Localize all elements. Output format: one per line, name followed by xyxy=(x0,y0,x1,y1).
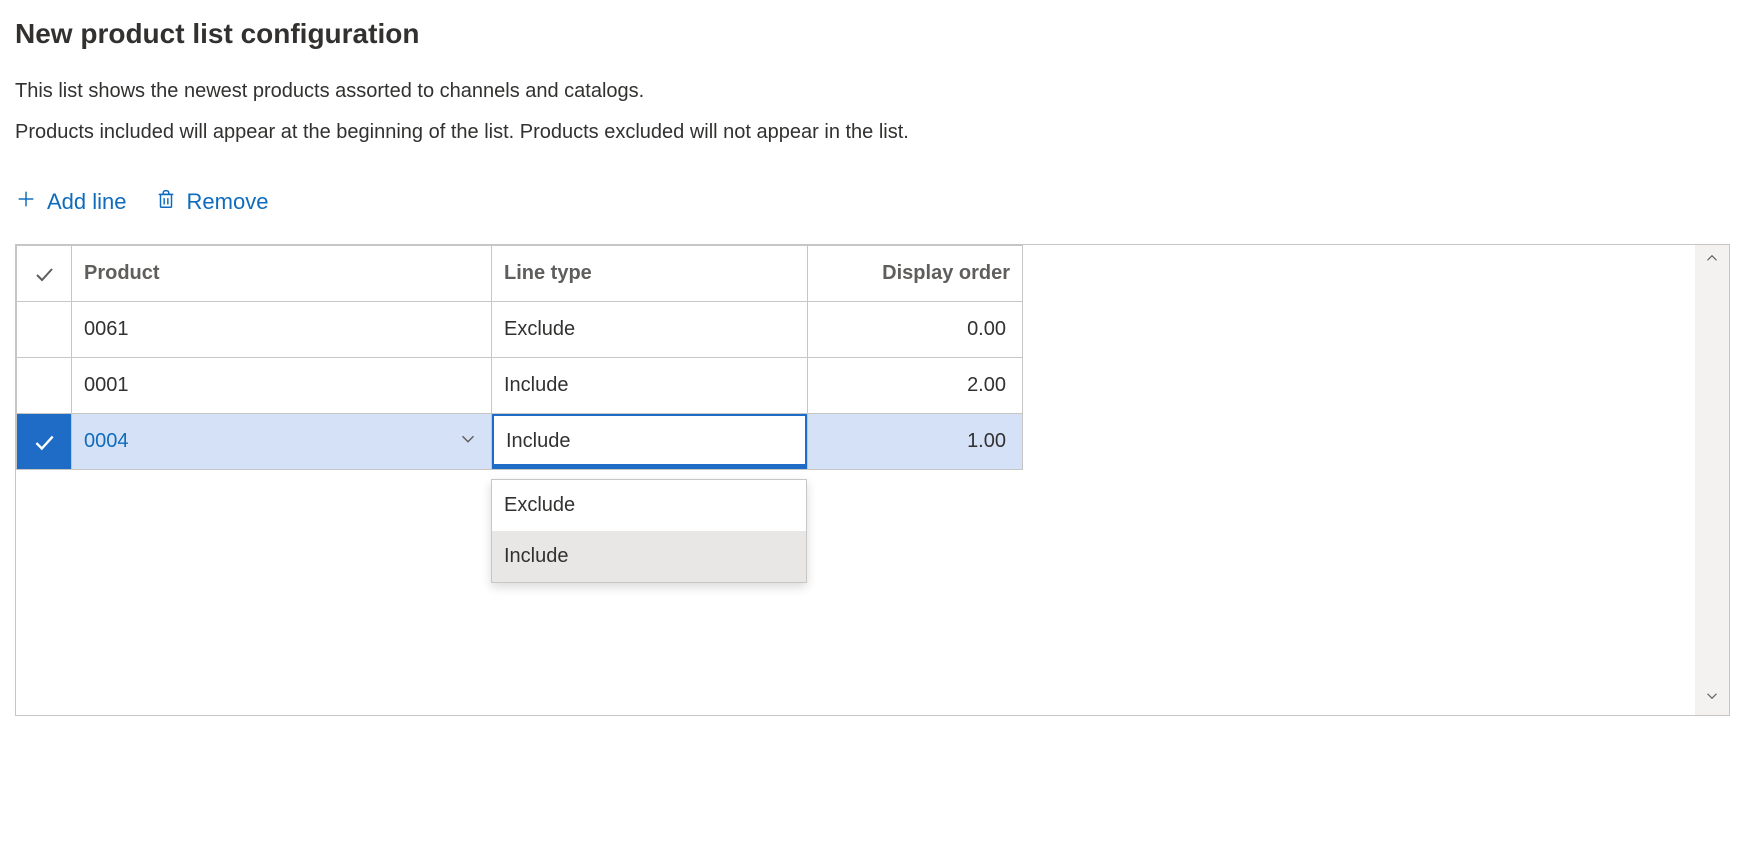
trash-icon xyxy=(155,188,177,216)
description-line-1: This list shows the newest products asso… xyxy=(15,80,1730,103)
table-row[interactable]: 0061 Exclude 0.00 xyxy=(17,302,1023,358)
line-type-dropdown-popup: Exclude Include xyxy=(491,479,807,583)
product-value: 0004 xyxy=(84,430,129,453)
grid-header-row: Product Line type Display order xyxy=(17,246,1023,302)
line-type-column-header[interactable]: Line type xyxy=(492,246,808,302)
row-select-cell[interactable] xyxy=(17,358,72,414)
product-grid: Product Line type Display order 0061 Exc… xyxy=(15,244,1730,716)
table-row[interactable]: 0001 Include 2.00 xyxy=(17,358,1023,414)
plus-icon xyxy=(15,188,37,216)
product-cell[interactable]: 0001 xyxy=(72,358,492,414)
check-icon xyxy=(17,414,71,469)
remove-label: Remove xyxy=(187,189,269,215)
product-cell[interactable]: 0004 xyxy=(72,414,492,470)
line-type-cell[interactable]: Include xyxy=(492,414,808,470)
row-select-cell[interactable] xyxy=(17,302,72,358)
display-order-cell[interactable]: 1.00 xyxy=(808,414,1023,470)
line-type-cell[interactable]: Exclude xyxy=(492,302,808,358)
display-order-cell[interactable]: 0.00 xyxy=(808,302,1023,358)
page-title: New product list configuration xyxy=(15,18,1730,50)
display-order-column-header[interactable]: Display order xyxy=(808,246,1023,302)
line-type-cell[interactable]: Include xyxy=(492,358,808,414)
line-type-value: Include xyxy=(506,430,571,453)
line-type-dropdown[interactable]: Include xyxy=(492,414,807,469)
remove-button[interactable]: Remove xyxy=(155,188,269,216)
display-order-cell[interactable]: 2.00 xyxy=(808,358,1023,414)
add-line-button[interactable]: Add line xyxy=(15,188,127,216)
vertical-scrollbar[interactable] xyxy=(1695,245,1729,715)
grid-toolbar: Add line Remove xyxy=(15,188,1730,216)
row-select-cell[interactable] xyxy=(17,414,72,470)
add-line-label: Add line xyxy=(47,189,127,215)
product-column-header[interactable]: Product xyxy=(72,246,492,302)
chevron-down-icon[interactable] xyxy=(1703,687,1721,711)
select-all-header[interactable] xyxy=(17,246,72,302)
table-row[interactable]: 0004 Include 1.00 xyxy=(17,414,1023,470)
chevron-down-icon[interactable] xyxy=(457,428,479,456)
chevron-up-icon[interactable] xyxy=(1703,249,1721,273)
check-icon xyxy=(17,246,71,301)
dropdown-option-include[interactable]: Include xyxy=(492,531,806,582)
dropdown-option-exclude[interactable]: Exclude xyxy=(492,480,806,531)
description-line-2: Products included will appear at the beg… xyxy=(15,121,1730,144)
product-cell[interactable]: 0061 xyxy=(72,302,492,358)
